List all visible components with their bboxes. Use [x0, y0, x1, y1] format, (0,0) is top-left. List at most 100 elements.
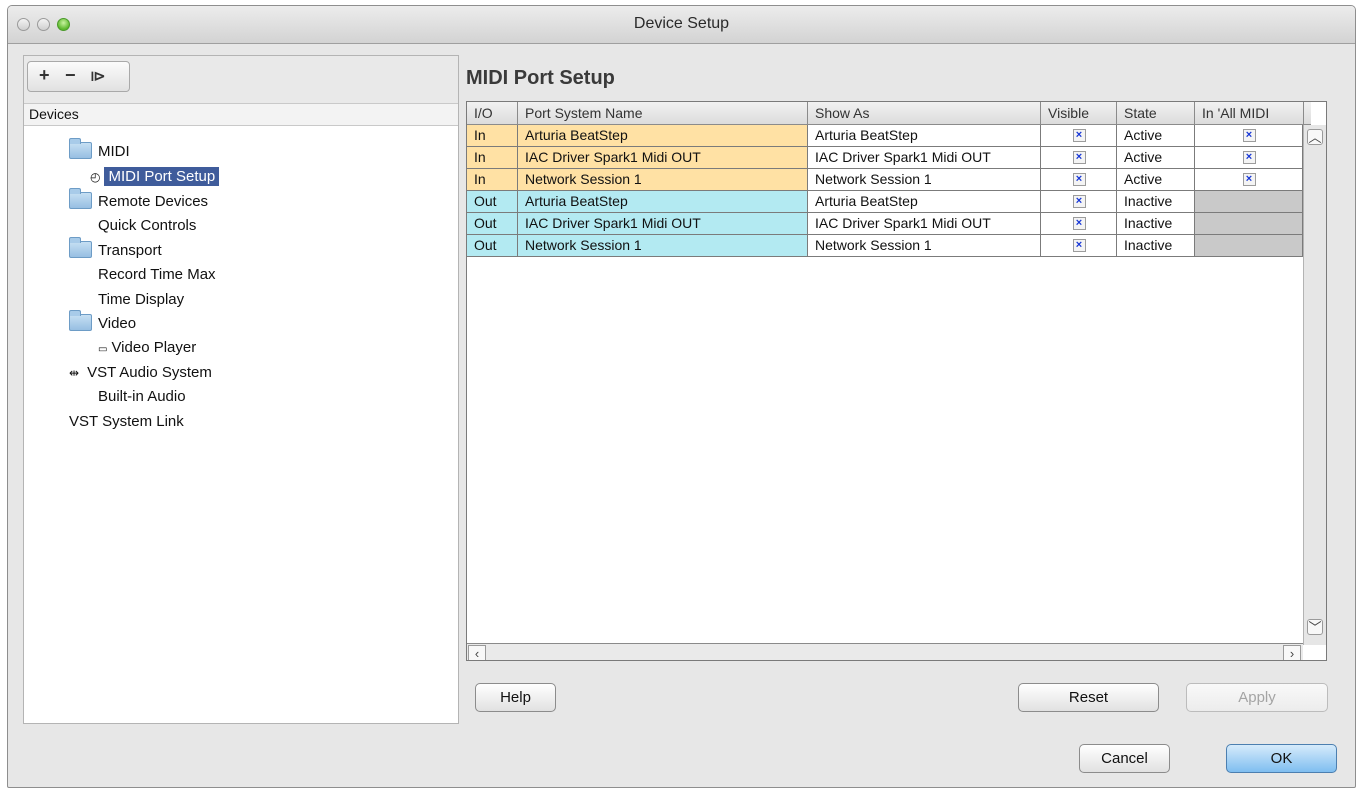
visible-cell: × — [1041, 125, 1117, 147]
tree-item-built-in-audio[interactable]: Built-in Audio — [98, 386, 186, 408]
help-button[interactable]: Help — [475, 683, 556, 712]
tree-item-label: MIDI — [98, 143, 130, 160]
tree-item-label: Time Display — [98, 291, 185, 308]
io-cell: Out — [467, 213, 518, 235]
add-device-button[interactable]: + — [39, 65, 50, 86]
table-row[interactable]: In Network Session 1 Network Session 1 ×… — [467, 169, 1303, 191]
column-header-visible[interactable]: Visible — [1041, 102, 1117, 124]
table-row[interactable]: Out IAC Driver Spark1 Midi OUT IAC Drive… — [467, 213, 1303, 235]
tree-item-time-display[interactable]: Time Display — [98, 289, 184, 311]
reset-button[interactable]: Reset — [1018, 683, 1159, 712]
column-header-io[interactable]: I/O — [467, 102, 518, 124]
tree-item-label: Remote Devices — [98, 193, 209, 210]
tree-item-vst-system-link[interactable]: VST System Link — [69, 411, 184, 433]
tree-item-remote-devices[interactable]: Remote Devices — [69, 188, 209, 213]
reset-device-button[interactable]: ⧐ — [90, 67, 106, 85]
port-name-cell: Network Session 1 — [518, 235, 808, 257]
column-header-port-system-name[interactable]: Port System Name — [518, 102, 808, 124]
tree-item-midi[interactable]: MIDI — [69, 138, 130, 163]
tree-item-label: Built-in Audio — [98, 388, 186, 405]
scroll-up-icon[interactable]: ︿ — [1307, 129, 1323, 145]
visible-checkbox[interactable]: × — [1072, 129, 1086, 142]
apply-button[interactable]: Apply — [1186, 683, 1328, 712]
tree-item-video[interactable]: Video — [69, 310, 137, 335]
device-tool-group: + − ⧐ — [27, 61, 130, 92]
table-row[interactable]: In IAC Driver Spark1 Midi OUT IAC Driver… — [467, 147, 1303, 169]
port-name-cell: Arturia BeatStep — [518, 125, 808, 147]
all-midi-checkbox[interactable]: × — [1242, 173, 1256, 186]
all-midi-cell — [1195, 235, 1303, 257]
folder-icon — [69, 138, 92, 159]
horizontal-scrollbar[interactable]: ‹ › — [467, 643, 1303, 660]
show-as-cell[interactable]: IAC Driver Spark1 Midi OUT — [808, 213, 1041, 235]
title-bar[interactable]: Device Setup — [8, 6, 1355, 44]
visible-cell: × — [1041, 169, 1117, 191]
scroll-left-icon[interactable]: ‹ — [468, 645, 486, 660]
remove-device-button[interactable]: − — [65, 65, 76, 86]
tree-item-vst-audio-system[interactable]: ⇹ VST Audio System — [69, 362, 212, 384]
table-header: I/O Port System Name Show As Visible Sta… — [467, 102, 1311, 125]
port-name-cell: Network Session 1 — [518, 169, 808, 191]
io-cell: Out — [467, 235, 518, 257]
show-as-cell[interactable]: IAC Driver Spark1 Midi OUT — [808, 147, 1041, 169]
io-cell: In — [467, 169, 518, 191]
tree-item-label: Transport — [98, 242, 162, 259]
folder-icon — [69, 188, 92, 209]
tree-item-transport[interactable]: Transport — [69, 237, 162, 262]
tree-item-label: VST System Link — [69, 413, 184, 430]
io-cell: In — [467, 147, 518, 169]
visible-checkbox[interactable]: × — [1072, 173, 1086, 186]
column-header-show-as[interactable]: Show As — [808, 102, 1041, 124]
devices-toolbar: + − ⧐ — [24, 56, 458, 104]
midi-port-table: I/O Port System Name Show As Visible Sta… — [466, 101, 1327, 661]
all-midi-cell: × — [1195, 125, 1303, 147]
port-name-cell: Arturia BeatStep — [518, 191, 808, 213]
scroll-down-icon[interactable]: ﹀ — [1307, 619, 1323, 635]
visible-checkbox[interactable]: × — [1072, 217, 1086, 230]
visible-checkbox[interactable]: × — [1072, 151, 1086, 164]
tree-item-label: Quick Controls — [98, 217, 197, 234]
table-row[interactable]: Out Network Session 1 Network Session 1 … — [467, 235, 1303, 257]
state-cell: Inactive — [1117, 213, 1195, 235]
visible-checkbox[interactable]: × — [1072, 239, 1086, 252]
folder-icon — [69, 237, 92, 258]
all-midi-cell — [1195, 191, 1303, 213]
column-header-in-all-midi[interactable]: In 'All MIDI — [1195, 102, 1304, 124]
tree-item-label: VST Audio System — [87, 364, 212, 381]
table-row[interactable]: Out Arturia BeatStep Arturia BeatStep × … — [467, 191, 1303, 213]
show-as-cell[interactable]: Network Session 1 — [808, 169, 1041, 191]
ok-button[interactable]: OK — [1226, 744, 1337, 773]
scroll-right-icon[interactable]: › — [1283, 645, 1301, 660]
visible-cell: × — [1041, 191, 1117, 213]
tree-item-quick-controls[interactable]: Quick Controls — [98, 215, 196, 237]
state-cell: Active — [1117, 169, 1195, 191]
show-as-cell[interactable]: Network Session 1 — [808, 235, 1041, 257]
section-title: MIDI Port Setup — [466, 67, 615, 89]
show-as-cell[interactable]: Arturia BeatStep — [808, 191, 1041, 213]
audio-system-icon: ⇹ — [69, 366, 79, 380]
tree-item-label: Video Player — [111, 339, 197, 356]
tree-item-label: MIDI Port Setup — [104, 167, 220, 186]
tree-item-record-time-max[interactable]: Record Time Max — [98, 264, 216, 286]
tree-item-midi-port-setup[interactable]: ◴ MIDI Port Setup — [90, 166, 220, 188]
cancel-button[interactable]: Cancel — [1079, 744, 1170, 773]
visible-cell: × — [1041, 147, 1117, 169]
table-row[interactable]: In Arturia BeatStep Arturia BeatStep × A… — [467, 125, 1303, 147]
tree-item-label: Record Time Max — [98, 266, 216, 283]
state-cell: Active — [1117, 125, 1195, 147]
all-midi-checkbox[interactable]: × — [1242, 151, 1256, 164]
state-cell: Inactive — [1117, 235, 1195, 257]
all-midi-cell: × — [1195, 169, 1303, 191]
visible-checkbox[interactable]: × — [1072, 195, 1086, 208]
tree-item-video-player[interactable]: ▭ Video Player — [98, 337, 196, 359]
tree-item-label: Video — [98, 315, 137, 332]
column-header-state[interactable]: State — [1117, 102, 1195, 124]
all-midi-checkbox[interactable]: × — [1242, 129, 1256, 142]
video-player-icon: ▭ — [98, 344, 108, 355]
vertical-scrollbar[interactable]: ︿ ﹀ — [1303, 125, 1326, 645]
visible-cell: × — [1041, 213, 1117, 235]
all-midi-cell — [1195, 213, 1303, 235]
state-cell: Active — [1117, 147, 1195, 169]
show-as-cell[interactable]: Arturia BeatStep — [808, 125, 1041, 147]
port-name-cell: IAC Driver Spark1 Midi OUT — [518, 213, 808, 235]
